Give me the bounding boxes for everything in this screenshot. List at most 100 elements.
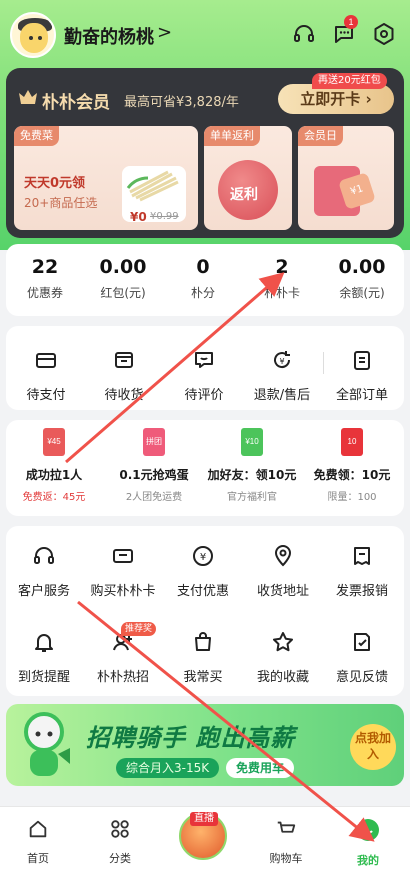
banner-join-button[interactable]: 点我加入 [350,724,396,770]
headset-icon[interactable] [292,22,316,46]
stat-label: 优惠券 [26,286,63,300]
service-customer[interactable]: 客户服务 [8,544,80,599]
stat-red-packet[interactable]: 0.00 红包(元) [82,256,164,301]
promo-title: 成功拉1人 [25,468,83,482]
rebate-tag: 单单返利 [204,126,260,146]
order-label: 待评价 [184,388,224,403]
nav-home[interactable]: 首页 [8,818,68,866]
rebate-card[interactable]: 单单返利 返利 [204,126,292,230]
cart-icon [277,821,296,833]
stat-balance[interactable]: 0.00 余额(元) [321,256,403,301]
yen-icon: ¥ [193,546,213,566]
order-pending-payment[interactable]: 待支付 [10,348,82,403]
refund-icon: ¥ [274,351,291,369]
group-buy-icon: 拼团 [143,428,165,456]
membership-card[interactable]: 朴朴会员 最高可省¥3,828/年 立即开卡 › 再送20元红包 免费菜 天天0… [6,68,404,238]
order-pending-review[interactable]: 待评价 [168,348,240,403]
live-tag: 直播 [190,812,218,826]
stat-value: 0.00 [99,256,147,278]
home-icon [29,820,47,838]
service-label: 我的收藏 [256,670,309,685]
promo-add-friend[interactable]: ¥10 加好友：领10元 官方福利官 [206,428,298,503]
service-label: 收货地址 [256,584,309,599]
star-icon [273,632,293,652]
free-veg-tag: 免费菜 [14,126,59,146]
nav-label: 分类 [109,852,131,865]
free-veg-card[interactable]: 免费菜 天天0元领 20+商品任选 ¥0 ¥0.99 [14,126,198,230]
service-buy-card[interactable]: 购买朴朴卡 [87,544,159,599]
promo-free-claim[interactable]: 10 免费领：10元 限量：100 [306,428,398,503]
free-veg-price: ¥0 [130,210,147,224]
promo-group-buy[interactable]: 拼团 0.1元抢鸡蛋 2人团免运费 [108,428,200,503]
stat-label: 红包(元) [100,286,146,300]
nav-cart[interactable]: 购物车 [256,818,316,866]
service-label: 发票报销 [335,584,388,599]
promo-subtitle: 2人团免运费 [125,492,183,503]
promo-subtitle: 官方福利官 [227,492,277,503]
comment-icon [195,352,213,368]
rider-mascot-icon [24,712,70,776]
promo-title: 加好友：领10元 [207,468,297,482]
order-refund[interactable]: ¥ 退款/售后 [246,348,318,403]
service-label: 支付优惠 [176,584,229,599]
stat-label: 朴朴卡 [263,286,300,300]
banner-free-vehicle: 免费用车 [226,758,295,778]
order-label: 退款/售后 [253,388,311,403]
stat-coupons[interactable]: 22 优惠券 [4,256,86,301]
service-frequent-buy[interactable]: 我常买 [167,630,239,685]
nav-label: 购物车 [269,852,303,865]
order-label: 待支付 [26,388,66,403]
wallet-icon [36,353,56,368]
feedback-icon [354,633,370,651]
stat-value: 22 [31,256,59,278]
location-icon [274,545,292,567]
profile-icon [357,819,379,841]
promo-subtitle: 免费返：45元 [22,492,86,503]
avatar[interactable] [10,12,56,58]
order-divider [323,352,324,374]
member-day-tag: 会员日 [298,126,343,146]
order-all[interactable]: 全部订单 [326,348,398,403]
stat-value: 0 [196,256,210,278]
member-day-card[interactable]: 会员日 ¥1 [298,126,394,230]
stat-pupu-card[interactable]: 2 朴朴卡 [241,256,323,301]
username[interactable]: 勤奋的杨桃 [64,23,154,49]
service-label: 意见反馈 [335,670,388,685]
order-pending-receipt[interactable]: 待收货 [88,348,160,403]
service-pay-discount[interactable]: ¥ 支付优惠 [167,544,239,599]
service-arrival-reminder[interactable]: 到货提醒 [8,630,80,685]
bell-icon [35,634,53,652]
banner-income: 综合月入3-15K [116,758,220,778]
free-veg-line1: 天天0元领 [24,176,86,191]
service-invoice[interactable]: 发票报销 [326,544,398,599]
service-address[interactable]: 收货地址 [247,544,319,599]
svg-text:¥: ¥ [279,357,284,366]
service-recruit[interactable]: 朴朴热招 [87,630,159,685]
shopping-bag-icon [195,632,211,651]
open-card-promo-tag: 再送20元红包 [312,73,387,89]
nav-category[interactable]: 分类 [90,818,150,866]
settings-icon[interactable] [372,22,396,46]
category-icon [111,820,129,838]
promo-title: 免费领：10元 [313,468,391,482]
rider-recruit-banner[interactable]: 招聘骑手 跑出高薪 综合月入3-15K 免费用车 点我加入 [6,704,404,786]
service-feedback[interactable]: 意见反馈 [326,630,398,685]
message-count-badge: 1 [344,15,358,29]
service-favorites[interactable]: 我的收藏 [247,630,319,685]
invoice-icon [354,547,370,565]
banner-title: 招聘骑手 跑出高薪 [86,724,296,752]
nav-profile[interactable]: 我的 [338,818,398,868]
stat-label: 朴分 [190,286,215,300]
stat-points[interactable]: 0 朴分 [162,256,244,301]
service-label: 客户服务 [17,584,70,599]
green-packet-icon: ¥10 [241,428,263,456]
profile-header: 勤奋的杨桃 > 1 [0,0,410,70]
service-label: 购买朴朴卡 [90,584,156,599]
member-savings: 最高可省¥3,828/年 [124,95,239,110]
promo-invite[interactable]: ¥45 成功拉1人 免费返：45元 [8,428,100,503]
chevron-right-icon[interactable]: > [157,22,172,43]
stat-label: 余额(元) [339,286,385,300]
stat-value: 2 [275,256,289,278]
promo-subtitle: 限量：100 [327,492,377,503]
free-veg-line2: 20+商品任选 [24,196,98,210]
